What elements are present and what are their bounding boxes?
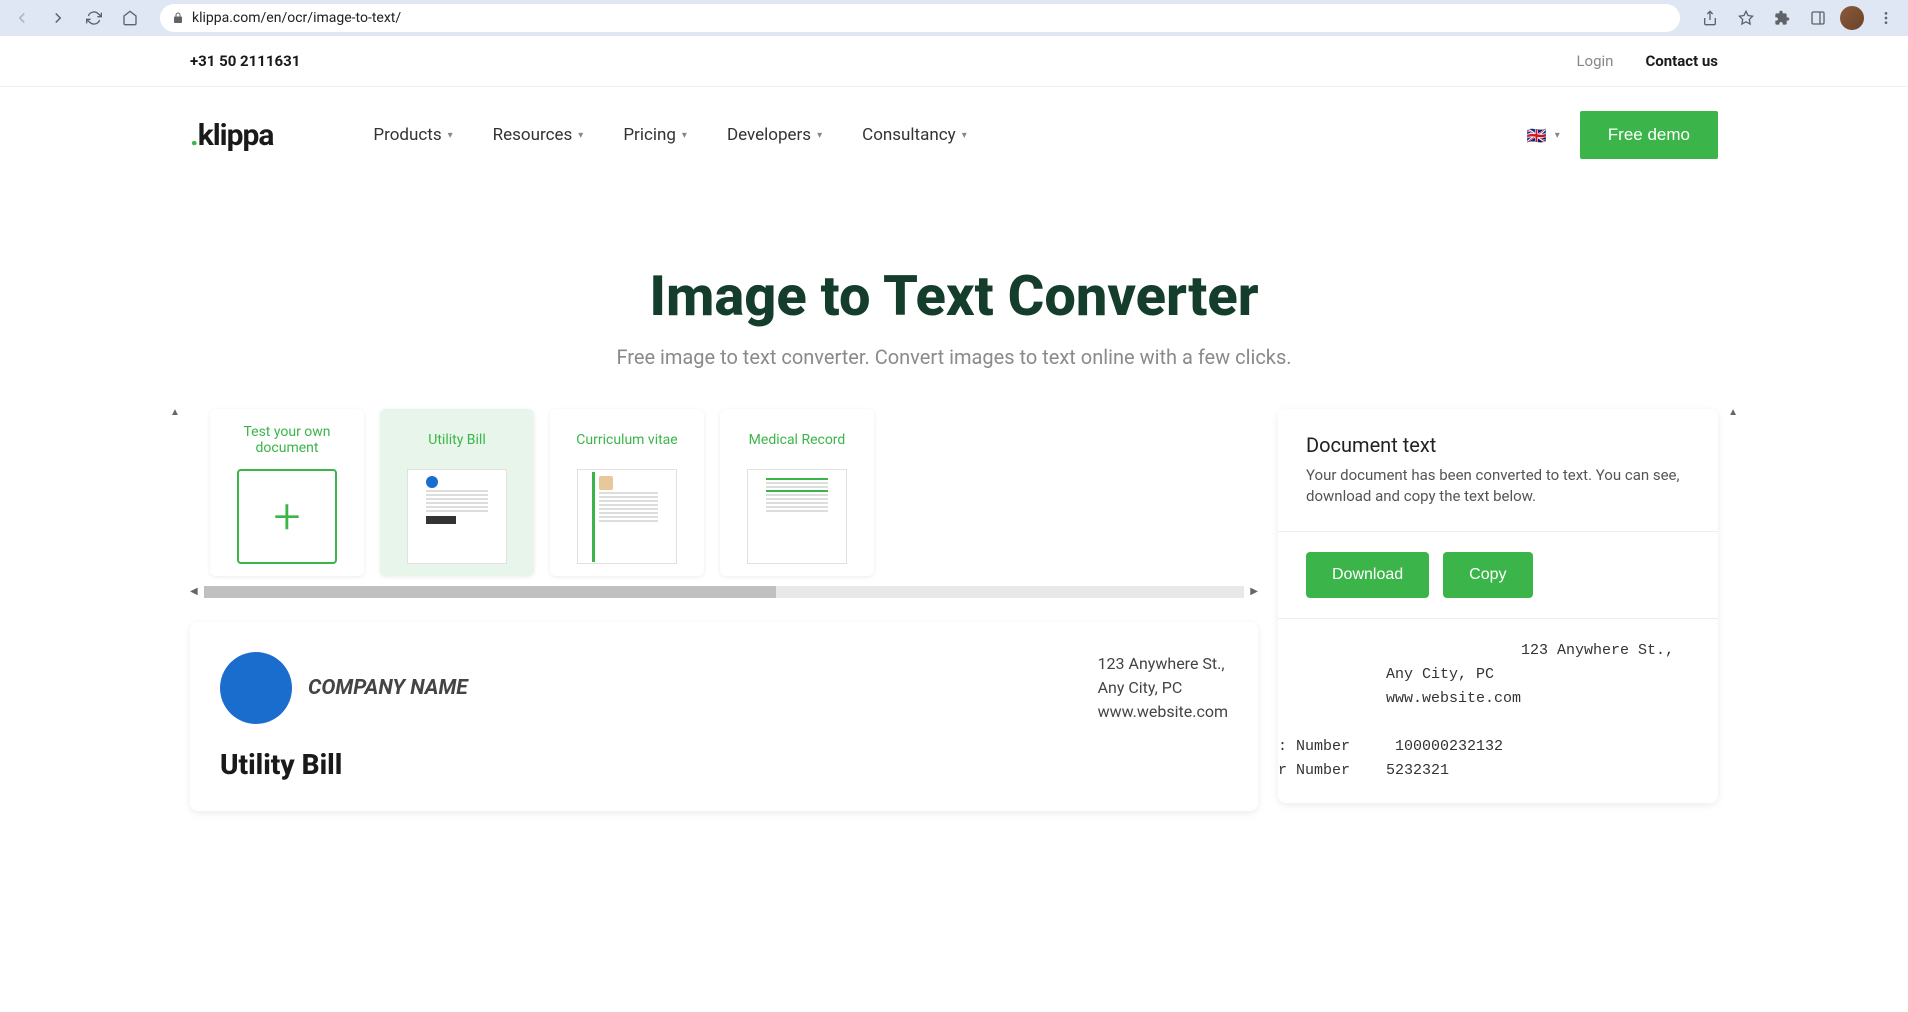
star-icon[interactable] <box>1732 4 1760 32</box>
nav-consultancy[interactable]: Consultancy ▾ <box>862 125 967 145</box>
flag-icon: 🇬🇧 <box>1527 126 1547 145</box>
company-address: 123 Anywhere St., Any City, PC www.websi… <box>1098 652 1228 724</box>
scroll-thumb[interactable] <box>204 586 776 598</box>
card-label: Test your own document <box>218 421 356 459</box>
chevron-down-icon: ▾ <box>962 130 967 141</box>
result-title: Document text <box>1306 433 1690 457</box>
copy-button[interactable]: Copy <box>1443 552 1532 598</box>
nav-label: Developers <box>727 125 811 145</box>
lock-icon <box>172 9 184 28</box>
logo-text: klippa <box>198 118 274 153</box>
language-selector[interactable]: 🇬🇧 ▾ <box>1527 126 1560 145</box>
company-name: COMPANY NAME <box>308 676 468 700</box>
address-line: 123 Anywhere St., <box>1098 652 1228 676</box>
card-label: Medical Record <box>728 421 866 459</box>
profile-avatar[interactable] <box>1840 6 1864 30</box>
chevron-down-icon: ▾ <box>817 130 822 141</box>
card-label: Curriculum vitae <box>558 421 696 459</box>
menu-icon[interactable] <box>1872 4 1900 32</box>
doc-thumbnail <box>747 469 847 564</box>
share-icon[interactable] <box>1696 4 1724 32</box>
main-navigation: .klippa Products ▾ Resources ▾ Pricing ▾ De… <box>0 87 1908 183</box>
page-subtitle: Free image to text converter. Convert im… <box>20 345 1888 369</box>
panel-icon[interactable] <box>1804 4 1832 32</box>
scroll-up-icon[interactable]: ▲ <box>170 407 180 418</box>
chevron-down-icon: ▾ <box>1555 130 1560 141</box>
document-type-cards: Test your own document + Utility Bill <box>190 409 1258 586</box>
company-logo-icon <box>220 652 292 724</box>
address-line: Any City, PC <box>1098 676 1228 700</box>
chevron-down-icon: ▾ <box>578 130 583 141</box>
medical-card[interactable]: Medical Record <box>720 409 874 576</box>
nav-label: Consultancy <box>862 125 956 145</box>
utility-bar: +31 50 2111631 Login Contact us <box>0 36 1908 87</box>
contact-link[interactable]: Contact us <box>1645 52 1718 70</box>
plus-icon: + <box>273 488 300 545</box>
nav-developers[interactable]: Developers ▾ <box>727 125 822 145</box>
scroll-left-icon[interactable]: ◀ <box>190 586 198 597</box>
horizontal-scrollbar[interactable] <box>204 586 1244 598</box>
result-panel: ▲ Document text Your document has been c… <box>1278 409 1718 803</box>
reload-button[interactable] <box>80 4 108 32</box>
doc-thumbnail <box>407 469 507 564</box>
hero-section: Image to Text Converter Free image to te… <box>0 183 1908 409</box>
chevron-down-icon: ▾ <box>682 130 687 141</box>
page-title: Image to Text Converter <box>20 263 1888 329</box>
document-preview: COMPANY NAME 123 Anywhere St., Any City,… <box>190 622 1258 811</box>
logo[interactable]: .klippa <box>190 118 273 153</box>
upload-thumbnail: + <box>237 469 337 564</box>
nav-pricing[interactable]: Pricing ▾ <box>623 125 687 145</box>
extensions-icon[interactable] <box>1768 4 1796 32</box>
nav-resources[interactable]: Resources ▾ <box>493 125 584 145</box>
result-description: Your document has been converted to text… <box>1306 465 1690 507</box>
left-panel: ▲ Test your own document + Utility Bill <box>190 409 1258 811</box>
utility-bill-card[interactable]: Utility Bill <box>380 409 534 576</box>
scroll-right-icon[interactable]: ▶ <box>1250 586 1258 597</box>
address-bar[interactable]: klippa.com/en/ocr/image-to-text/ <box>160 4 1680 32</box>
card-label: Utility Bill <box>388 421 526 459</box>
chevron-down-icon: ▾ <box>448 130 453 141</box>
extracted-text[interactable]: 123 Anywhere St., Any City, PC www.websi… <box>1278 619 1718 803</box>
login-link[interactable]: Login <box>1576 52 1613 70</box>
doc-thumbnail <box>577 469 677 564</box>
forward-button[interactable] <box>44 4 72 32</box>
nav-label: Pricing <box>623 125 676 145</box>
scroll-up-icon[interactable]: ▲ <box>1728 407 1738 418</box>
document-title: Utility Bill <box>220 748 1228 781</box>
nav-products[interactable]: Products ▾ <box>373 125 452 145</box>
home-button[interactable] <box>116 4 144 32</box>
upload-card[interactable]: Test your own document + <box>210 409 364 576</box>
cv-card[interactable]: Curriculum vitae <box>550 409 704 576</box>
address-line: www.website.com <box>1098 700 1228 724</box>
phone-number[interactable]: +31 50 2111631 <box>190 52 300 70</box>
url-text: klippa.com/en/ocr/image-to-text/ <box>192 10 401 26</box>
nav-label: Resources <box>493 125 573 145</box>
back-button <box>8 4 36 32</box>
free-demo-button[interactable]: Free demo <box>1580 111 1718 159</box>
browser-toolbar: klippa.com/en/ocr/image-to-text/ <box>0 0 1908 36</box>
download-button[interactable]: Download <box>1306 552 1429 598</box>
nav-label: Products <box>373 125 441 145</box>
